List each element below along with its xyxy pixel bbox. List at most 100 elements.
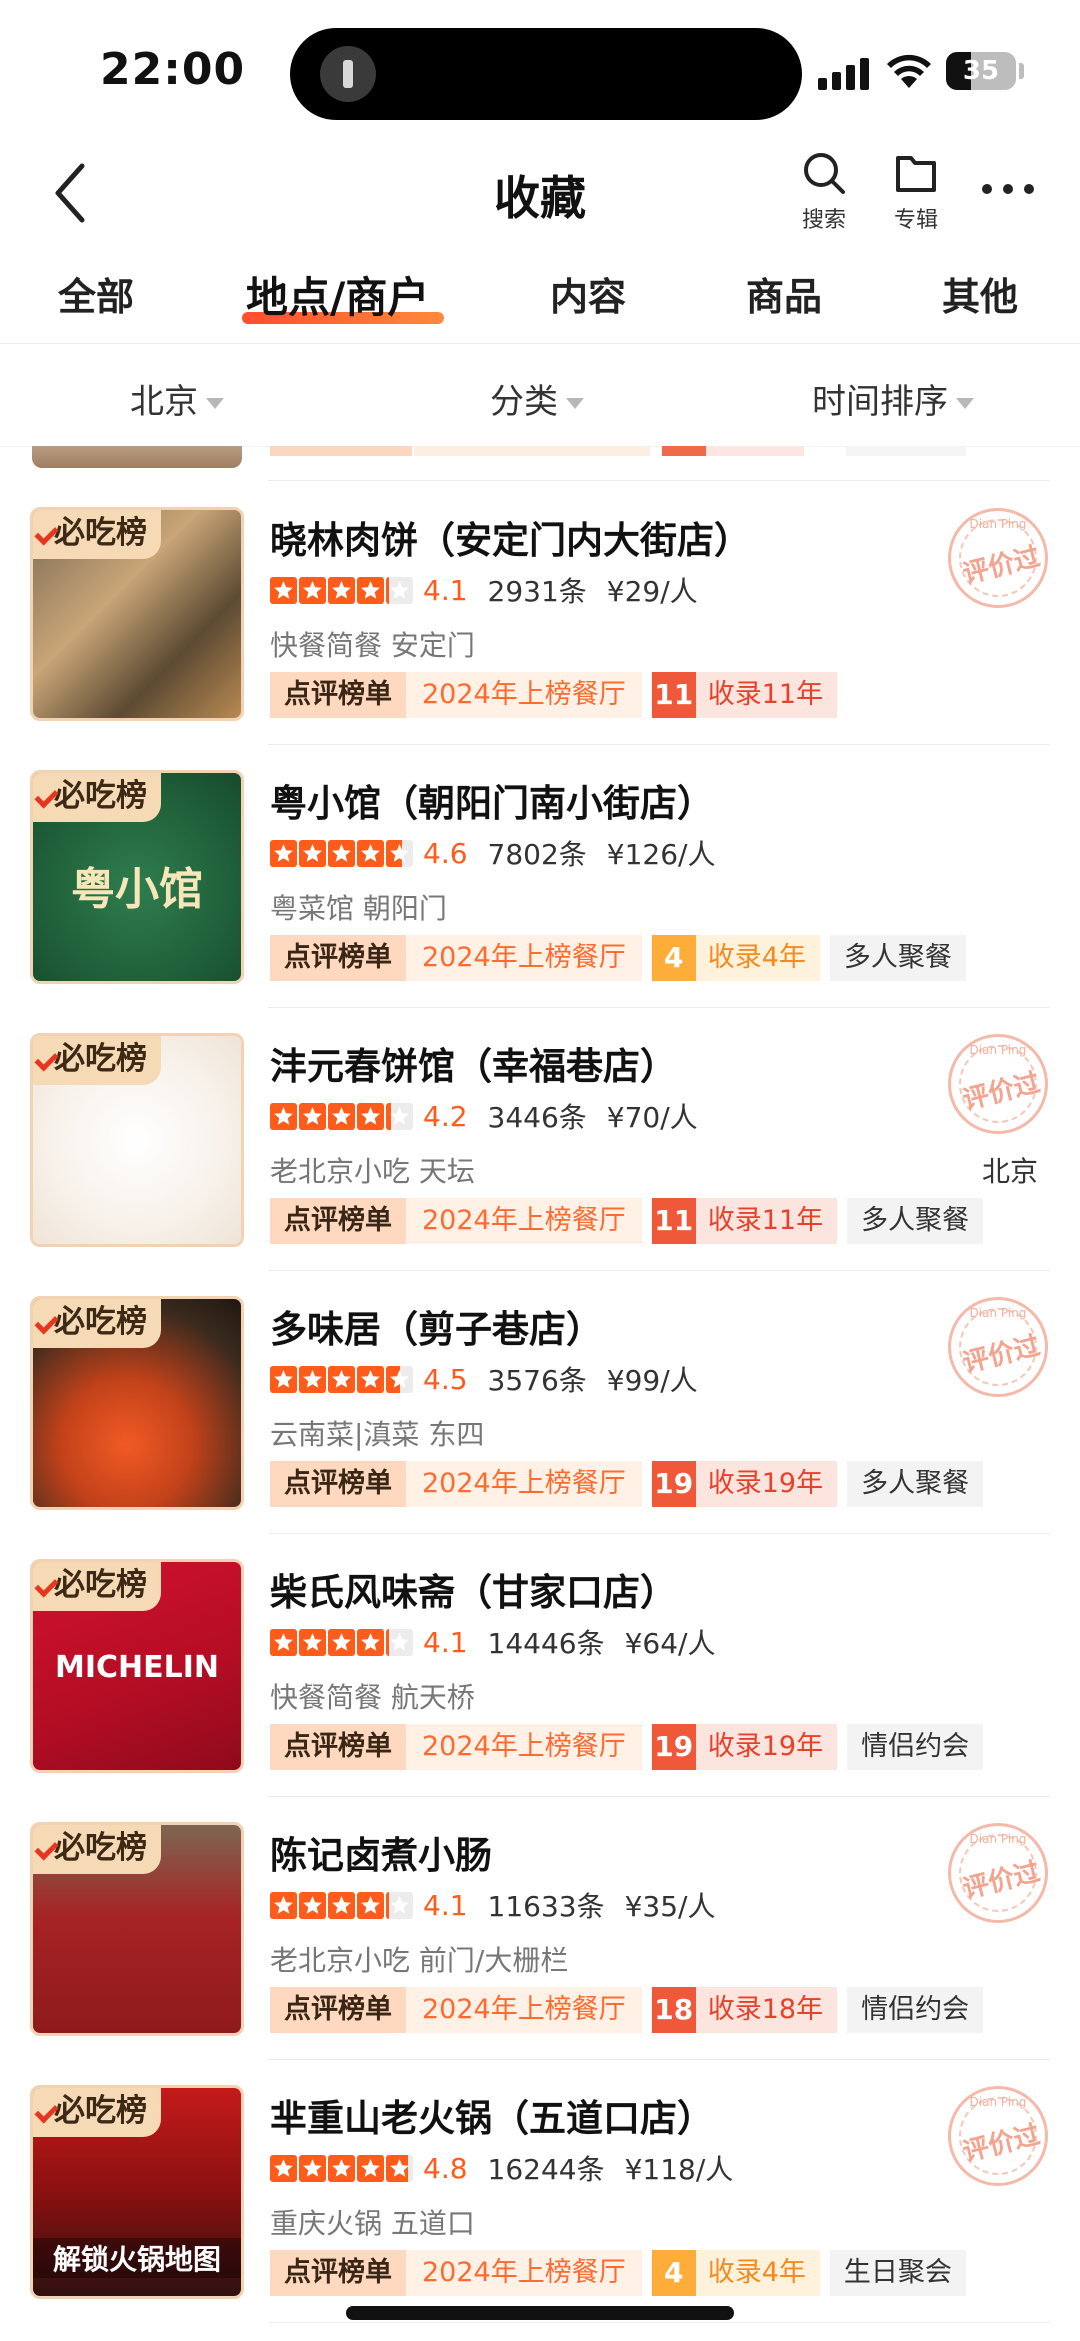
must-eat-badge: 必吃榜 [33, 2088, 161, 2137]
star-icon [270, 1102, 297, 1130]
review-count: 11633条 [487, 1890, 605, 1923]
dropdown-caret-icon [206, 398, 224, 409]
star-icon [386, 839, 413, 867]
tab-other[interactable]: 其他 [942, 266, 1018, 326]
star-rating [270, 2154, 413, 2182]
listed-year-tag: 2024年上榜餐厅 [406, 935, 642, 981]
restaurant-name[interactable]: 沣元春饼馆（幸福巷店） [270, 1036, 677, 1090]
ranking-board-tag[interactable]: 点评榜单 [270, 2250, 406, 2296]
years-listed-tag: 收录19年 [695, 1724, 838, 1770]
ranking-board-tag[interactable]: 点评榜单 [270, 1987, 406, 2033]
review-count: 14446条 [487, 1627, 605, 1660]
more-options-icon[interactable] [978, 168, 1038, 208]
list-item[interactable]: 必吃榜 陈记卤煮小肠 4.1 11633条 ¥35/人 老北京小吃 前门/大栅栏 点评榜单 2… [0, 1797, 1080, 2060]
star-rating [270, 1628, 413, 1656]
years-count-badge: 4 [651, 935, 696, 981]
list-item[interactable]: 粤小馆 必吃榜 粤小馆（朝阳门南小街店） 4.6 7802条 ¥126/人 粤菜馆 朝阳门点… [0, 745, 1080, 1008]
photo-caption: MICHELIN [54, 1650, 220, 1685]
star-icon [386, 576, 413, 604]
list-item[interactable]: 必吃榜 多味居（剪子巷店） 4.5 3576条 ¥99/人 云南菜|滇菜 东四 点评榜单 20… [0, 1271, 1080, 1534]
reviewed-stamp-icon: Dian Ping 评价过 [948, 1034, 1048, 1134]
star-icon [386, 1891, 413, 1919]
flashlight-icon [320, 46, 376, 102]
rating-row: 4.1 14446条 ¥64/人 [270, 1624, 716, 1660]
category-area: 粤菜馆 朝阳门 [270, 892, 447, 925]
tag-row: 点评榜单 2024年上榜餐厅 18 收录18年 情侣约会 [270, 1987, 984, 2033]
album-button[interactable]: 专辑 [876, 150, 956, 240]
years-listed-tag: 收录19年 [695, 1461, 838, 1507]
restaurant-photo[interactable]: 必吃榜 [30, 1822, 244, 2036]
restaurant-name[interactable]: 粤小馆（朝阳门南小街店） [270, 773, 714, 827]
ranking-board-tag[interactable]: 点评榜单 [270, 935, 406, 981]
ranking-board-tag[interactable]: 点评榜单 [270, 1198, 406, 1244]
cellular-signal-icon [818, 56, 872, 90]
years-count-badge: 18 [651, 1987, 696, 2033]
listed-year-tag: 2024年上榜餐厅 [406, 1461, 642, 1507]
star-icon [357, 839, 384, 867]
rating-score: 4.1 [423, 573, 468, 607]
star-rating [270, 1102, 413, 1130]
restaurant-photo[interactable]: 粤小馆 必吃榜 [30, 770, 244, 984]
home-indicator[interactable] [346, 2306, 734, 2320]
rating-row: 4.8 16244条 ¥118/人 [270, 2150, 733, 2186]
battery-percent: 35 [962, 56, 1000, 86]
list-item[interactable]: MICHELIN 必吃榜 柴氏风味斋（甘家口店） 4.1 14446条 ¥64/人 快餐简餐… [0, 1534, 1080, 1797]
avg-price: ¥29/人 [606, 575, 698, 608]
restaurant-photo[interactable]: 解锁火锅地图 必吃榜 [30, 2085, 244, 2299]
ranking-board-tag[interactable]: 点评榜单 [270, 672, 406, 718]
filter-city[interactable]: 北京 [130, 374, 224, 423]
list-item[interactable]: 解锁火锅地图 必吃榜 芈重山老火锅（五道口店） 4.8 16244条 ¥118/人 重庆火锅… [0, 2060, 1080, 2323]
restaurant-name[interactable]: 晓林肉饼（安定门内大街店） [270, 510, 751, 564]
must-eat-badge: 必吃榜 [33, 1825, 161, 1874]
tag-row: 点评榜单 2024年上榜餐厅 11 收录11年 多人聚餐 [270, 1198, 984, 1244]
scene-tag: 生日聚会 [829, 2250, 966, 2296]
tab-places[interactable]: 地点/商户 [246, 264, 429, 324]
star-icon [386, 1628, 413, 1656]
restaurant-photo[interactable]: 必吃榜 [30, 1296, 244, 1510]
filter-category[interactable]: 分类 [490, 374, 584, 423]
search-button[interactable]: 搜索 [784, 150, 864, 240]
star-icon [270, 1891, 297, 1919]
restaurant-photo[interactable]: MICHELIN 必吃榜 [30, 1559, 244, 1773]
restaurant-name[interactable]: 陈记卤煮小肠 [270, 1825, 492, 1879]
star-rating [270, 1365, 413, 1393]
partial-list-item [0, 446, 1080, 482]
tab-content[interactable]: 内容 [550, 266, 626, 326]
listed-year-tag: 2024年上榜餐厅 [406, 1987, 642, 2033]
back-arrow-icon[interactable] [50, 158, 90, 228]
reviewed-stamp-icon: Dian Ping 评价过 [948, 2086, 1048, 2186]
list-item[interactable]: 必吃榜 晓林肉饼（安定门内大街店） 4.1 2931条 ¥29/人 快餐简餐 安定门 点评榜… [0, 482, 1080, 745]
restaurant-name[interactable]: 柴氏风味斋（甘家口店） [270, 1562, 677, 1616]
avg-price: ¥35/人 [624, 1890, 716, 1923]
tab-all[interactable]: 全部 [58, 266, 134, 326]
must-eat-badge: 必吃榜 [33, 1036, 161, 1085]
avg-price: ¥70/人 [606, 1101, 698, 1134]
ranking-board-tag[interactable]: 点评榜单 [270, 1724, 406, 1770]
restaurant-name[interactable]: 多味居（剪子巷店） [270, 1299, 603, 1353]
restaurant-photo[interactable]: 必吃榜 [30, 507, 244, 721]
star-icon [328, 2154, 355, 2182]
restaurant-name[interactable]: 芈重山老火锅（五道口店） [270, 2088, 714, 2142]
scene-tag: 情侣约会 [847, 1724, 984, 1770]
years-listed-tag: 收录11年 [695, 672, 838, 718]
list-item[interactable]: 必吃榜 沣元春饼馆（幸福巷店） 4.2 3446条 ¥70/人 老北京小吃 天坛 北京 点评榜… [0, 1008, 1080, 1271]
review-count: 7802条 [487, 838, 587, 871]
rating-row: 4.1 2931条 ¥29/人 [270, 572, 698, 608]
restaurant-photo[interactable]: 必吃榜 [30, 1033, 244, 1247]
years-listed-tag: 收录11年 [695, 1198, 838, 1244]
tab-products[interactable]: 商品 [746, 266, 822, 326]
filter-sort[interactable]: 时间排序 [812, 374, 974, 423]
star-icon [328, 1365, 355, 1393]
years-count-badge: 19 [651, 1461, 696, 1507]
rating-row: 4.6 7802条 ¥126/人 [270, 835, 716, 871]
star-icon [299, 1365, 326, 1393]
rating-score: 4.5 [423, 1362, 468, 1396]
category-area: 云南菜|滇菜 东四 [270, 1418, 485, 1451]
reviewed-stamp-icon: Dian Ping 评价过 [948, 508, 1048, 608]
city-label: 北京 [981, 1155, 1038, 1188]
ranking-board-tag[interactable]: 点评榜单 [270, 1461, 406, 1507]
scene-tag: 多人聚餐 [829, 935, 966, 981]
years-count-badge: 11 [651, 672, 696, 718]
star-icon [386, 1365, 413, 1393]
years-listed-tag: 收录4年 [695, 935, 820, 981]
